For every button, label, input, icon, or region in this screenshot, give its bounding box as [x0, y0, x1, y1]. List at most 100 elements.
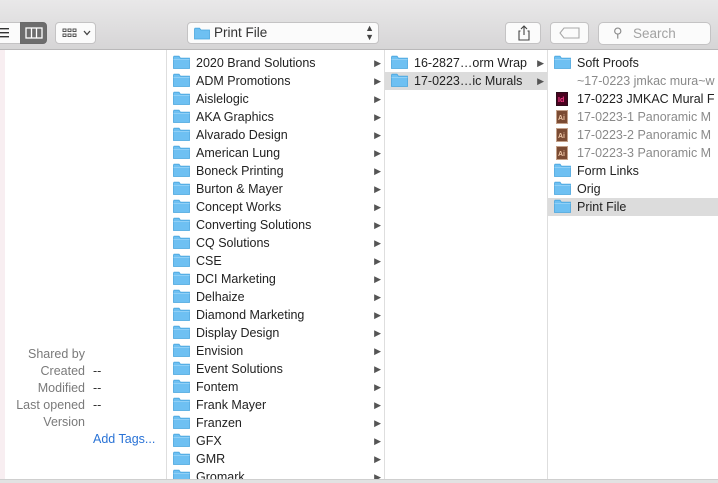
folder-icon	[173, 253, 190, 267]
path-label: Print File	[214, 25, 268, 40]
folder-icon	[173, 73, 190, 87]
list-item[interactable]: Envision ▶	[167, 342, 384, 360]
disclosure-arrow-icon: ▶	[374, 400, 381, 410]
arrange-button[interactable]	[55, 22, 96, 44]
info-key: Last opened	[16, 398, 85, 412]
column-clients[interactable]: 2020 Brand Solutions ▶ ADM Promotions ▶ Aisl…	[167, 50, 385, 479]
info-row: Shared by	[0, 346, 167, 363]
list-item[interactable]: Franzen ▶	[167, 414, 384, 432]
info-row: Version	[0, 414, 167, 431]
list-item-label: 17-0223 JMKAC Mural F	[577, 92, 715, 106]
list-item[interactable]: Fontem ▶	[167, 378, 384, 396]
share-button[interactable]	[505, 22, 541, 44]
column-view-icon	[25, 27, 43, 39]
disclosure-arrow-icon: ▶	[374, 94, 381, 104]
disclosure-arrow-icon: ▶	[374, 472, 381, 479]
disclosure-arrow-icon: ▶	[374, 130, 381, 140]
list-item[interactable]: Ai 17-0223-1 Panoramic M	[548, 108, 718, 126]
disclosure-arrow-icon: ▶	[374, 418, 381, 428]
add-tags-link[interactable]: Add Tags...	[93, 432, 155, 446]
list-view-button[interactable]	[0, 22, 22, 44]
path-popup[interactable]: Print File ▲ ▼	[187, 22, 379, 44]
list-item-label: Alvarado Design	[196, 128, 288, 142]
search-field[interactable]: ⚲ Search	[598, 22, 711, 45]
folder-icon	[554, 181, 571, 195]
folder-icon	[173, 145, 190, 159]
folder-icon	[173, 289, 190, 303]
column-jobs[interactable]: 16-2827…orm Wrap ▶ 17-0223…ic Murals ▶	[385, 50, 548, 479]
list-item[interactable]: Concept Works ▶	[167, 198, 384, 216]
folder-icon	[554, 55, 571, 69]
list-item[interactable]: DCI Marketing ▶	[167, 270, 384, 288]
list-item-label: 17-0223-2 Panoramic M	[577, 128, 712, 142]
list-item-label: Print File	[577, 200, 627, 214]
list-item-label: ~17-0223 jmkac mura~w	[577, 74, 715, 88]
disclosure-arrow-icon: ▶	[374, 346, 381, 356]
list-item[interactable]: Frank Mayer ▶	[167, 396, 384, 414]
disclosure-arrow-icon: ▶	[374, 220, 381, 230]
list-item-label: Envision	[196, 344, 244, 358]
list-item[interactable]: Event Solutions ▶	[167, 360, 384, 378]
list-item-label: 17-0223…ic Murals	[414, 74, 523, 88]
list-item-label: Form Links	[577, 164, 639, 178]
list-item[interactable]: Delhaize ▶	[167, 288, 384, 306]
list-item[interactable]: Form Links	[548, 162, 718, 180]
disclosure-arrow-icon: ▶	[374, 454, 381, 464]
list-item[interactable]: 17-0223…ic Murals ▶	[385, 72, 547, 90]
list-item[interactable]: Diamond Marketing ▶	[167, 306, 384, 324]
list-item-label: Aislelogic	[196, 92, 249, 106]
disclosure-arrow-icon: ▶	[374, 274, 381, 284]
list-item[interactable]: Boneck Printing ▶	[167, 162, 384, 180]
list-item[interactable]: Gromark ▶	[167, 468, 384, 479]
list-item[interactable]: Alvarado Design ▶	[167, 126, 384, 144]
list-item[interactable]: AKA Graphics ▶	[167, 108, 384, 126]
list-item[interactable]: Display Design ▶	[167, 324, 384, 342]
folder-icon	[173, 397, 190, 411]
list-item[interactable]: Soft Proofs	[548, 54, 718, 72]
folder-icon	[554, 199, 571, 213]
list-item[interactable]: GFX ▶	[167, 432, 384, 450]
list-item[interactable]: Ai 17-0223-2 Panoramic M	[548, 126, 718, 144]
list-item[interactable]: 16-2827…orm Wrap ▶	[385, 54, 547, 72]
folder-icon	[173, 325, 190, 339]
list-item-label: 2020 Brand Solutions	[196, 56, 316, 70]
edit-tags-button[interactable]	[550, 22, 589, 44]
list-item[interactable]: Id 17-0223 JMKAC Mural F	[548, 90, 718, 108]
folder-icon	[391, 73, 408, 87]
list-item[interactable]: Print File	[548, 198, 718, 216]
toolbar: Print File ▲ ▼ ⚲ Search	[0, 0, 718, 50]
column-view-button[interactable]	[20, 22, 47, 44]
list-item[interactable]: CSE ▶	[167, 252, 384, 270]
list-item[interactable]: Burton & Mayer ▶	[167, 180, 384, 198]
folder-icon	[173, 163, 190, 177]
disclosure-arrow-icon: ▶	[537, 76, 544, 86]
disclosure-arrow-icon: ▶	[374, 256, 381, 266]
info-key: Modified	[37, 381, 85, 395]
list-item[interactable]: CQ Solutions ▶	[167, 234, 384, 252]
list-item[interactable]: 2020 Brand Solutions ▶	[167, 54, 384, 72]
list-item-label: Converting Solutions	[196, 218, 312, 232]
info-value: --	[93, 381, 102, 395]
grid-icon	[62, 28, 77, 37]
list-item[interactable]: Orig	[548, 180, 718, 198]
search-icon: ⚲	[613, 25, 623, 40]
list-item[interactable]: Ai 17-0223-3 Panoramic M	[548, 144, 718, 162]
illustrator-file-icon: Ai	[556, 128, 568, 142]
list-item[interactable]: American Lung ▶	[167, 144, 384, 162]
list-item[interactable]: ~17-0223 jmkac mura~w	[548, 72, 718, 90]
list-item-label: Gromark	[196, 470, 245, 479]
info-key: Created	[40, 364, 85, 378]
list-item-label: Franzen	[196, 416, 242, 430]
list-item[interactable]: GMR ▶	[167, 450, 384, 468]
indesign-file-icon: Id	[556, 92, 568, 106]
info-row: Created --	[0, 363, 167, 380]
list-item[interactable]: Aislelogic ▶	[167, 90, 384, 108]
list-item[interactable]: ADM Promotions ▶	[167, 72, 384, 90]
list-item[interactable]: Converting Solutions ▶	[167, 216, 384, 234]
folder-icon	[173, 469, 190, 479]
folder-icon	[554, 163, 571, 177]
info-value: --	[93, 398, 102, 412]
folder-icon	[173, 199, 190, 213]
list-item-label: Soft Proofs	[577, 56, 639, 70]
column-job-contents[interactable]: Soft Proofs ~17-0223 jmkac mura~w Id 17-022…	[548, 50, 718, 479]
